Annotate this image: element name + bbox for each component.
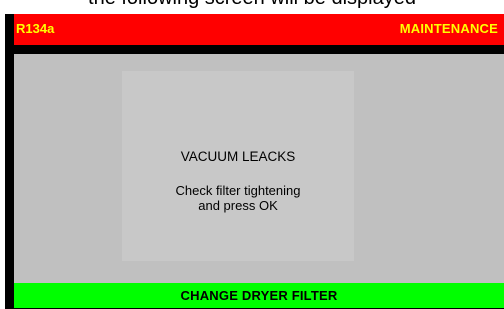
footer-bar: CHANGE DRYER FILTER: [14, 283, 504, 308]
message-line-1: Check filter tightening: [175, 183, 301, 198]
message-panel: VACUUM LEACKS Check filter tightening an…: [122, 71, 354, 261]
message-line-2: and press OK: [198, 198, 278, 213]
message-title: VACUUM LEACKS: [180, 149, 296, 164]
header-bar: R134a MAINTENANCE: [14, 14, 504, 45]
mode-label: MAINTENANCE: [399, 21, 498, 36]
footer-action-label: CHANGE DRYER FILTER: [180, 288, 338, 303]
page-caption: the following screen will be displayed: [0, 0, 504, 14]
refrigerant-label: R134a: [16, 21, 55, 36]
main-screen: VACUUM LEACKS Check filter tightening an…: [14, 54, 504, 283]
page-caption-text: the following screen will be displayed: [88, 0, 416, 9]
